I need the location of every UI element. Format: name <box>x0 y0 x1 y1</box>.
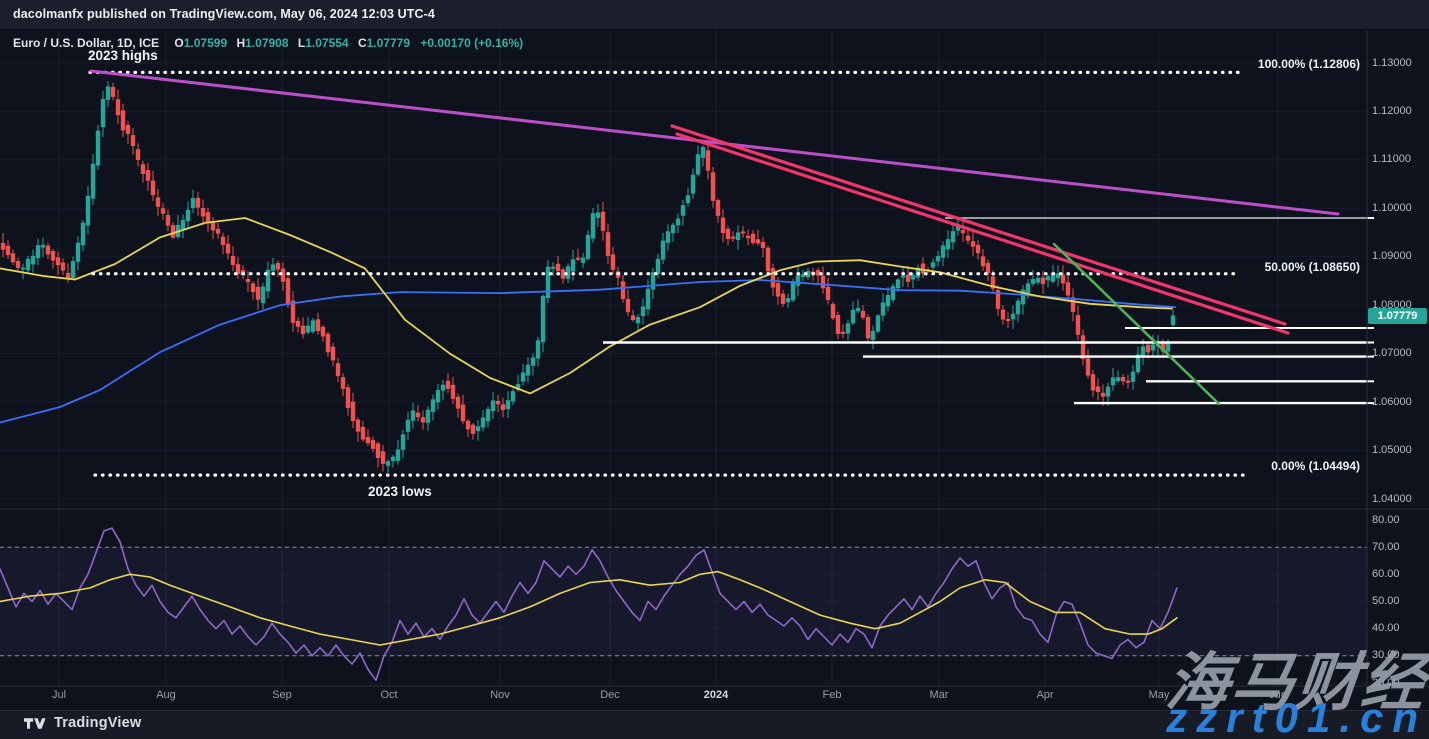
fib-label-100: 100.00% (1.12806) <box>1258 57 1360 71</box>
attribution-text: dacolmanfx published on TradingView.com,… <box>13 7 435 21</box>
time-axis-label-nov: Nov <box>490 689 510 701</box>
price-axis-label: 1.04000 <box>1372 493 1412 505</box>
time-axis-label-mar: Mar <box>930 689 949 701</box>
time-axis-label-oct: Oct <box>380 689 397 701</box>
tradingview-brand[interactable]: TradingView <box>24 715 141 731</box>
open-label: O <box>174 36 183 50</box>
rsi-axis-label: 70.00 <box>1372 541 1400 553</box>
time-axis-label-jul: Jul <box>52 689 66 701</box>
tradingview-brand-text: TradingView <box>54 715 141 731</box>
price-axis-label: 1.05000 <box>1372 444 1412 456</box>
time-axis-label-aug: Aug <box>156 689 176 701</box>
close-label: C <box>358 36 367 50</box>
time-axis-label-sep: Sep <box>272 689 292 701</box>
price-axis-label: 1.11000 <box>1372 153 1411 165</box>
close-value: 1.07779 <box>367 36 410 50</box>
price-axis-label: 1.12000 <box>1372 105 1412 117</box>
price-axis-label: 1.10000 <box>1372 202 1412 214</box>
annotation-2023-lows: 2023 lows <box>368 484 432 499</box>
time-axis-label-feb: Feb <box>823 689 842 701</box>
annotation-2023-highs: 2023 highs <box>88 48 158 63</box>
tradingview-chart-page: dacolmanfx published on TradingView.com,… <box>0 0 1429 739</box>
time-axis-label-dec: Dec <box>600 689 620 701</box>
rsi-axis-label: 50.00 <box>1372 595 1400 607</box>
change-value: +0.00170 (+0.16%) <box>420 36 523 50</box>
low-value: 1.07554 <box>305 36 348 50</box>
tradingview-logo-icon <box>24 716 47 731</box>
last-price-badge: 1.07779 <box>1368 308 1427 324</box>
watermark-url: zzrt01.cn <box>1166 694 1427 739</box>
rsi-axis-label: 80.00 <box>1372 514 1400 526</box>
chart-canvas[interactable] <box>0 0 1429 739</box>
high-label: H <box>236 36 245 50</box>
time-axis-label-apr: Apr <box>1036 689 1053 701</box>
time-axis-label-2024: 2024 <box>704 689 728 701</box>
price-axis-label: 1.07000 <box>1372 347 1412 359</box>
rsi-axis-label: 60.00 <box>1372 568 1400 580</box>
open-value: 1.07599 <box>184 36 227 50</box>
fib-label-50: 50.00% (1.08650) <box>1265 260 1360 274</box>
price-axis-label: 1.09000 <box>1372 250 1412 262</box>
price-axis-label: 1.13000 <box>1372 57 1412 69</box>
high-value: 1.07908 <box>245 36 288 50</box>
price-axis-label: 1.06000 <box>1372 396 1412 408</box>
fib-label-0: 0.00% (1.04494) <box>1271 459 1360 473</box>
